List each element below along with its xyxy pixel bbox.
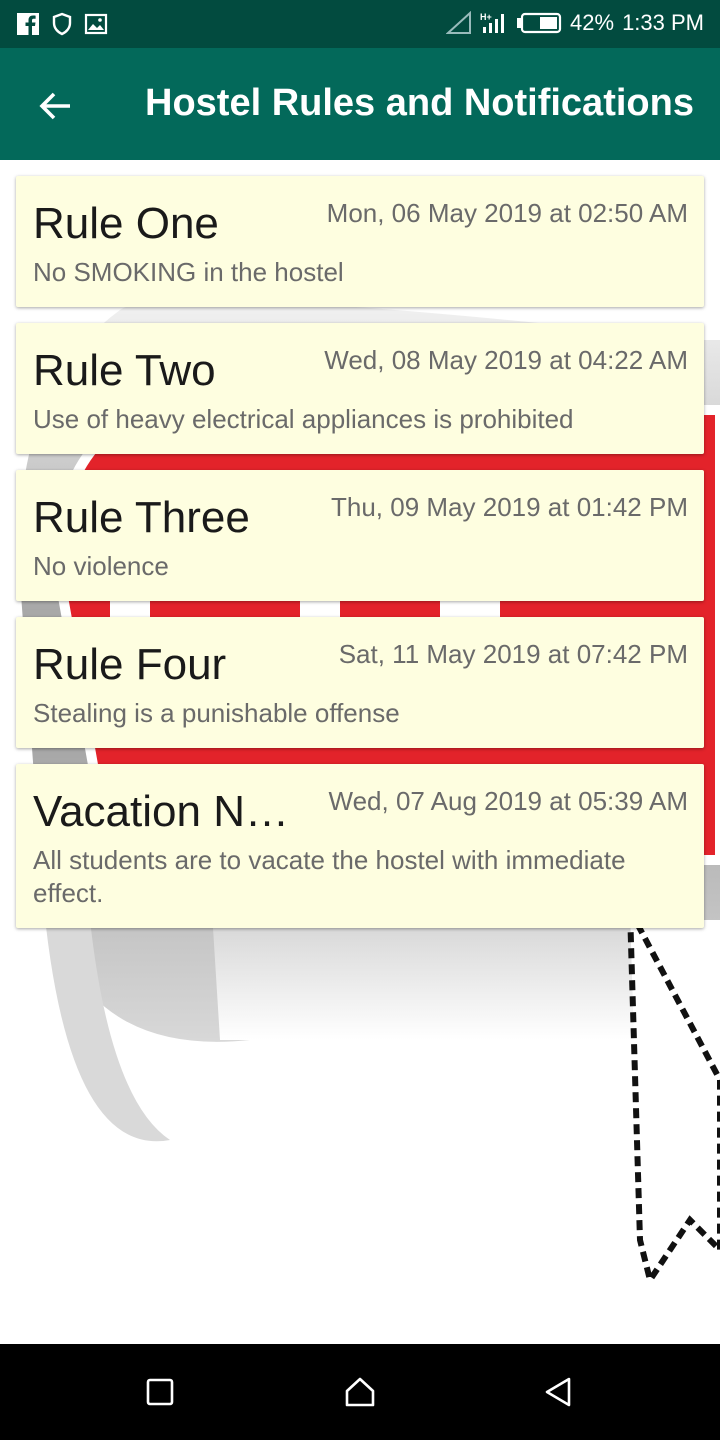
back-triangle-icon [545,1377,571,1407]
signal-empty-icon [446,11,472,34]
notification-body: Stealing is a punishable offense [33,698,400,728]
notification-card[interactable]: Rule Two Wed, 08 May 2019 at 04:22 AM Us… [16,323,704,454]
clock: 1:33 PM [622,10,704,35]
recents-square-icon [146,1378,174,1406]
shield-icon [52,12,72,36]
notification-date: Wed, 08 May 2019 at 04:22 AM [324,345,688,375]
notification-date: Mon, 06 May 2019 at 02:50 AM [326,198,688,228]
notification-body: Use of heavy electrical appliances is pr… [33,404,574,434]
notification-card[interactable]: Rule Three Thu, 09 May 2019 at 01:42 PM … [16,470,704,601]
notification-title: Rule Four [33,640,227,689]
page-title: Hostel Rules and Notifications [145,82,694,124]
notification-title: Rule Two [33,346,216,395]
notification-title: Vacation Notice [33,787,303,836]
status-bar: H+ 42% 1:33 PM [0,0,720,48]
notification-date: Wed, 07 Aug 2019 at 05:39 AM [328,786,688,816]
back-button[interactable] [28,78,84,134]
image-icon [84,13,108,35]
notification-body: All students are to vacate the hostel wi… [33,845,626,908]
battery-icon [517,12,562,34]
signal-icon: H+ [480,12,505,33]
notification-date: Thu, 09 May 2019 at 01:42 PM [331,492,688,522]
notification-card[interactable]: Rule One Mon, 06 May 2019 at 02:50 AM No… [16,176,704,307]
notification-title: Rule Three [33,493,250,542]
notification-body: No SMOKING in the hostel [33,257,344,287]
battery-percent: 42% [570,10,615,35]
notification-list: Rule One Mon, 06 May 2019 at 02:50 AM No… [16,176,704,944]
home-button[interactable] [336,1368,384,1416]
home-icon [345,1377,375,1407]
recents-button[interactable] [136,1368,184,1416]
svg-text:H+: H+ [480,12,492,22]
notification-body: No violence [33,551,169,581]
notification-title: Rule One [33,199,219,248]
facebook-icon [17,13,39,35]
nav-back-button[interactable] [534,1368,582,1416]
notification-card[interactable]: Vacation Notice Wed, 07 Aug 2019 at 05:3… [16,764,704,928]
app-bar: Hostel Rules and Notifications [0,48,720,160]
notification-date: Sat, 11 May 2019 at 07:42 PM [338,639,688,669]
notification-card[interactable]: Rule Four Sat, 11 May 2019 at 07:42 PM S… [16,617,704,748]
system-navigation-bar [0,1344,720,1440]
arrow-left-icon [39,92,70,120]
